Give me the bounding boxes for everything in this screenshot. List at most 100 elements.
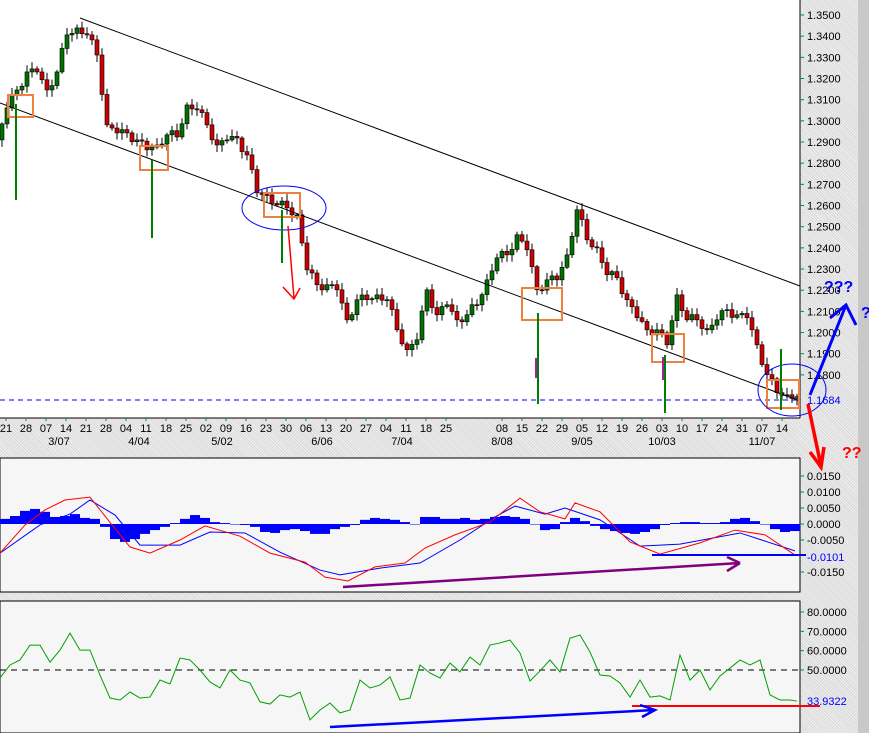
candle-up <box>179 123 185 138</box>
candle-up <box>349 314 355 321</box>
candle-down <box>659 329 665 334</box>
candle-down <box>304 242 310 271</box>
macd-histogram-bar <box>650 524 660 530</box>
macd-histogram-bar <box>90 518 100 524</box>
candle-down <box>754 329 760 346</box>
candle-up <box>294 214 300 217</box>
macd-histogram-bar <box>570 517 580 524</box>
candle-down <box>524 240 530 251</box>
candle-up <box>414 339 420 345</box>
macd-histogram-bar <box>460 517 470 524</box>
candle-down <box>319 284 325 291</box>
macd-histogram-bar <box>80 517 90 524</box>
candle-up <box>384 299 390 302</box>
macd-histogram-bar <box>630 524 640 534</box>
candle-down <box>449 304 455 312</box>
macd-histogram-bar <box>740 517 750 524</box>
month-label: 8/08 <box>491 436 512 448</box>
macd-histogram-bar <box>730 518 740 524</box>
macd-histogram-bar <box>250 524 260 527</box>
candle-down <box>339 289 345 304</box>
date-tick-label: 07 <box>756 423 768 435</box>
candle-down <box>404 343 410 350</box>
candle-up <box>0 123 5 141</box>
candle-up <box>229 136 235 141</box>
date-tick-label: 22 <box>536 423 548 435</box>
down-question-annotation: ?? <box>842 445 862 462</box>
macd-histogram-bar <box>780 524 790 532</box>
price-tick-label: 1.3000 <box>807 116 841 128</box>
macd-tick-label: 0.0000 <box>807 519 841 531</box>
month-label: 7/04 <box>391 436 412 448</box>
price-tick-label: 1.2900 <box>807 137 841 149</box>
date-tick-label: 09 <box>220 423 232 435</box>
macd-histogram-bar <box>690 522 700 524</box>
candle-down <box>244 151 250 156</box>
candle-down <box>604 262 610 276</box>
candle-down <box>114 127 120 134</box>
date-tick-label: 27 <box>360 423 372 435</box>
candle-down <box>684 310 690 321</box>
date-tick-label: 15 <box>516 423 528 435</box>
macd-histogram-bar <box>220 523 230 524</box>
macd-histogram-bar <box>350 524 360 525</box>
date-tick-label: 23 <box>260 423 272 435</box>
candle-down <box>199 109 205 113</box>
candle-down <box>729 309 735 318</box>
candle-up <box>574 209 580 237</box>
macd-histogram-bar <box>160 524 170 527</box>
price-tick-label: 1.2700 <box>807 179 841 191</box>
right-margin <box>858 0 869 733</box>
macd-histogram-bar <box>110 524 120 540</box>
candle-up <box>669 320 675 346</box>
rsi-panel <box>0 600 801 733</box>
price-tick-label: 1.3100 <box>807 95 841 107</box>
candle-up <box>569 235 575 256</box>
date-tick-label: 11 <box>400 423 411 435</box>
candle-down <box>519 234 525 242</box>
candle-down <box>129 132 135 142</box>
candle-down <box>749 317 755 331</box>
candle-up <box>359 294 365 301</box>
candle-up <box>74 27 80 34</box>
macd-histogram-bar <box>410 524 420 525</box>
candle-down <box>539 289 545 292</box>
macd-histogram-bar <box>280 524 290 531</box>
candle-up <box>164 134 170 145</box>
candle-down <box>334 284 340 291</box>
date-tick-label: 04 <box>120 423 132 435</box>
macd-histogram-bar <box>700 523 710 524</box>
date-tick-label: 04 <box>380 423 392 435</box>
candle-up <box>674 294 680 322</box>
month-label: 4/04 <box>128 436 149 448</box>
macd-histogram-bar <box>340 524 350 527</box>
macd-current-label: -0.0101 <box>807 552 844 564</box>
candle-up <box>724 309 730 311</box>
candle-up <box>19 85 25 91</box>
macd-histogram-bar <box>0 518 10 524</box>
candle-down <box>554 275 560 281</box>
candle-up <box>689 314 695 321</box>
macd-tick-label: 0.0150 <box>807 471 841 483</box>
macd-histogram-bar <box>180 518 190 524</box>
candle-down <box>254 169 260 194</box>
macd-histogram-bar <box>790 524 800 532</box>
macd-histogram-bar <box>210 522 220 524</box>
price-tick-label: 1.3500 <box>807 10 841 22</box>
candle-down <box>639 317 645 322</box>
macd-histogram-bar <box>520 518 530 524</box>
candle-down <box>474 304 480 307</box>
candle-down <box>379 294 385 301</box>
macd-histogram-bar <box>710 523 720 524</box>
candle-down <box>44 79 50 91</box>
candle-up <box>24 71 30 87</box>
current-price-label: 1.1684 <box>807 395 841 407</box>
macd-histogram-bar <box>30 508 40 524</box>
date-tick-label: 24 <box>716 423 728 435</box>
candle-down <box>744 313 750 319</box>
candle-down <box>389 299 395 310</box>
candle-down <box>89 34 95 41</box>
price-tick-label: 1.2400 <box>807 243 841 255</box>
macd-histogram-bar <box>720 522 730 524</box>
price-tick-label: 1.2300 <box>807 264 841 276</box>
